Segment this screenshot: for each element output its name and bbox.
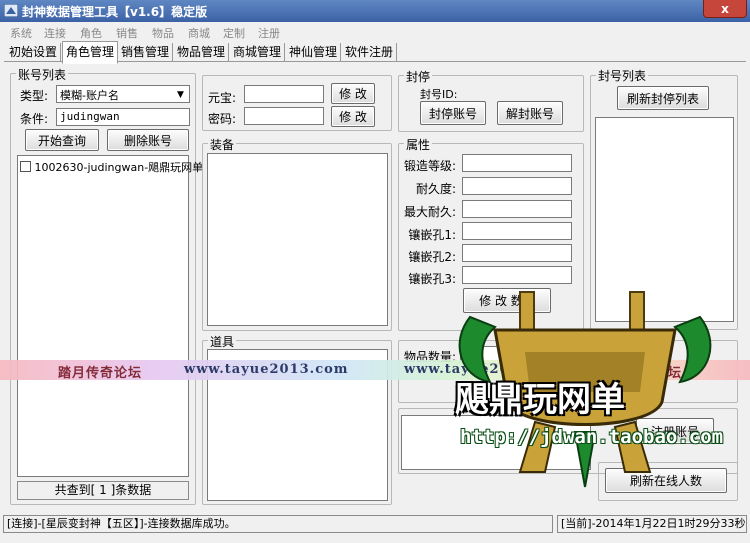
title-bar: 封神数据管理工具【v1.6】稳定版	[0, 0, 750, 22]
type-select[interactable]: 模糊-账户名 ▼	[56, 85, 190, 103]
menu-connect[interactable]: 连接	[44, 25, 66, 41]
password-label: 密码:	[208, 112, 237, 126]
result-count: 共查到[ 1 ]条数据	[17, 481, 189, 500]
condition-input[interactable]: judingwan	[56, 108, 190, 126]
menu-sales[interactable]: 销售	[116, 25, 138, 41]
tab-sales-management[interactable]: 销售管理	[118, 43, 174, 61]
account-list-title: 账号列表	[16, 66, 69, 83]
unban-account-button[interactable]: 解封账号	[497, 101, 563, 125]
tab-software-register[interactable]: 软件注册	[342, 43, 398, 61]
start-query-button[interactable]: 开始查询	[25, 129, 99, 151]
banned-list-title: 封号列表	[596, 67, 649, 84]
account-item-text: 1002630-judingwan-飓鼎玩网单	[34, 161, 204, 174]
socket-2-input[interactable]	[462, 244, 572, 262]
modify-password-button[interactable]: 修 改	[331, 106, 375, 127]
watermark-url-1: www.tayue2013.com	[184, 362, 349, 377]
watermark-forum-1: 踏月传奇论坛	[58, 366, 143, 381]
account-listbox[interactable]: 1002630-judingwan-飓鼎玩网单	[17, 155, 203, 477]
tab-strip: 初始设置 角色管理 销售管理 物品管理 商城管理 神仙管理 软件注册	[4, 41, 746, 64]
ban-id-label: 封号ID:	[420, 88, 458, 101]
menu-register[interactable]: 注册	[258, 25, 280, 41]
tab-item-management[interactable]: 物品管理	[174, 43, 230, 61]
menu-bar: 系统 连接 角色 销售 物品 商城 定制 注册	[0, 22, 750, 41]
yuanbao-label: 元宝:	[208, 91, 237, 105]
app-icon	[4, 4, 18, 17]
yuanbao-input[interactable]	[244, 85, 324, 103]
delete-account-button[interactable]: 删除账号	[107, 129, 189, 151]
ban-account-button[interactable]: 封停账号	[420, 101, 486, 125]
menu-items[interactable]: 物品	[152, 25, 174, 41]
equipment-listbox[interactable]	[207, 153, 388, 326]
menu-system[interactable]: 系统	[10, 25, 32, 41]
condition-label: 条件:	[20, 112, 49, 126]
tab-role-management[interactable]: 角色管理	[62, 41, 119, 64]
socket-1-label: 镶嵌孔1:	[408, 228, 456, 242]
password-input[interactable]	[244, 107, 324, 125]
checkbox[interactable]	[20, 161, 31, 172]
durability-label: 耐久度:	[415, 182, 456, 196]
tab-initial-settings[interactable]: 初始设置	[6, 43, 62, 61]
close-button[interactable]: x	[703, 0, 747, 18]
forge-level-label: 锻造等级:	[404, 159, 457, 173]
socket-3-label: 镶嵌孔3:	[408, 272, 456, 286]
watermark-brand: 飓鼎玩网单	[455, 380, 625, 420]
attributes-title: 属性	[404, 136, 433, 153]
tab-mall-management[interactable]: 商城管理	[230, 43, 286, 61]
equipment-title: 装备	[208, 136, 237, 153]
ban-title: 封停	[404, 68, 433, 85]
watermark-brand-url: http://jdwan.taobao.com	[460, 426, 724, 448]
modify-yuanbao-button[interactable]: 修 改	[331, 83, 375, 104]
socket-2-label: 镶嵌孔2:	[408, 250, 456, 264]
max-durability-label: 最大耐久:	[404, 205, 457, 219]
type-label: 类型:	[20, 89, 49, 103]
max-durability-input[interactable]	[462, 200, 572, 218]
forge-level-input[interactable]	[462, 154, 572, 172]
durability-input[interactable]	[462, 177, 572, 195]
type-select-value: 模糊-账户名	[60, 89, 119, 102]
status-connection: [连接]-[星辰变封神【五区】]-连接数据库成功。	[3, 515, 553, 533]
props-title: 道具	[208, 333, 237, 350]
window-title: 封神数据管理工具【v1.6】稳定版	[22, 5, 208, 19]
refresh-banned-list-button[interactable]: 刷新封停列表	[617, 86, 709, 110]
menu-mall[interactable]: 商城	[188, 25, 210, 41]
tab-immortal-management[interactable]: 神仙管理	[286, 43, 342, 61]
chevron-down-icon[interactable]: ▼	[173, 87, 188, 102]
status-time: [当前]-2014年1月22日1时29分33秒	[557, 515, 747, 533]
menu-role[interactable]: 角色	[80, 25, 102, 41]
socket-1-input[interactable]	[462, 222, 572, 240]
list-item[interactable]: 1002630-judingwan-飓鼎玩网单	[20, 159, 203, 175]
menu-custom[interactable]: 定制	[223, 25, 245, 41]
